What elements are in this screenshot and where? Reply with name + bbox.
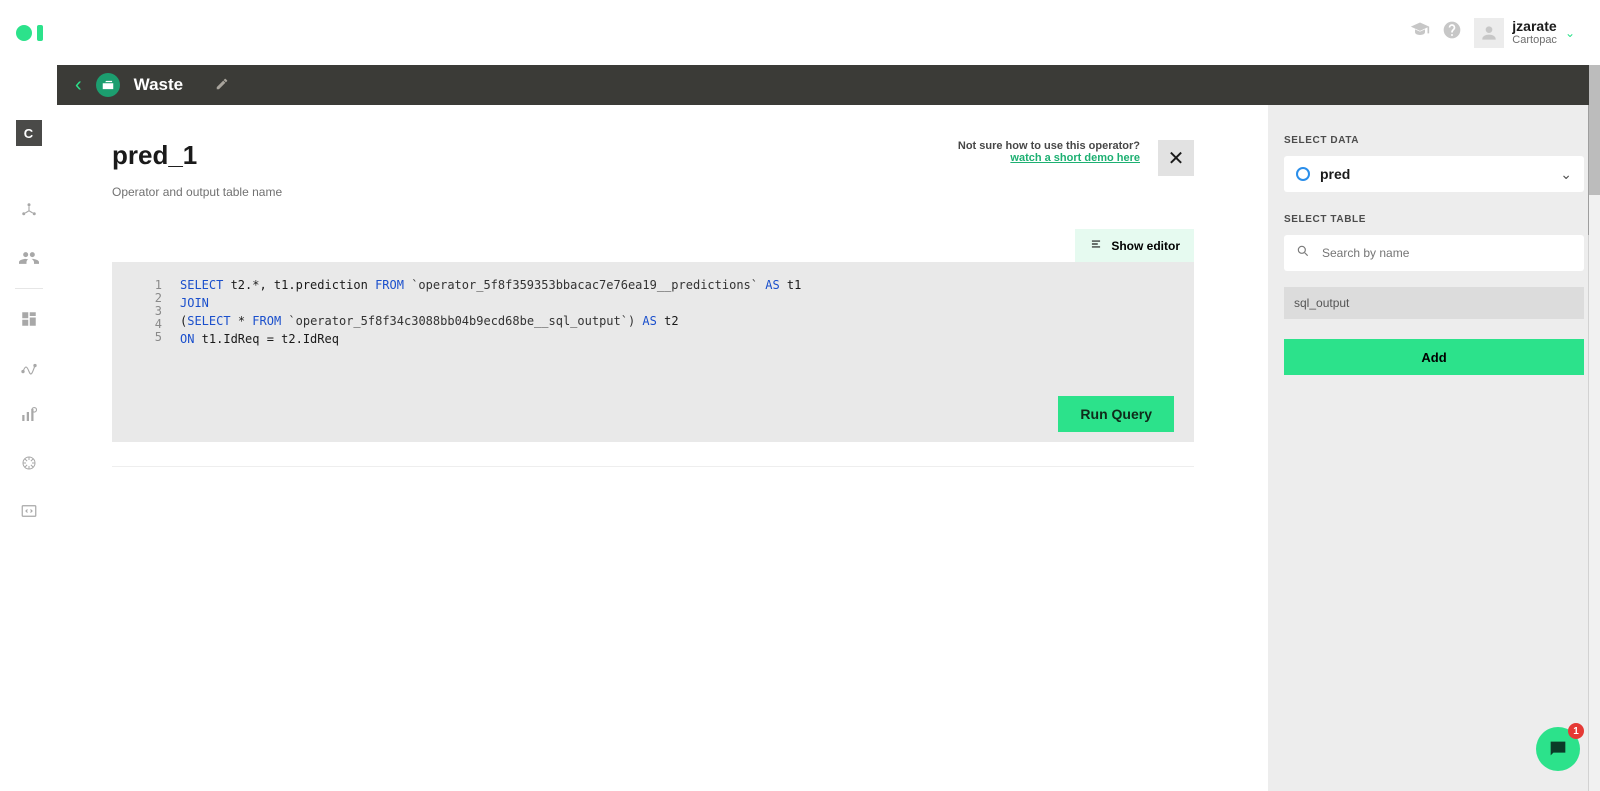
project-title: Waste [134, 75, 183, 95]
chevron-down-icon: ⌄ [1565, 26, 1575, 40]
sql-code[interactable]: SELECT t2.*, t1.prediction FROM `operato… [172, 262, 1194, 442]
page-scrollbar[interactable] [1589, 65, 1600, 791]
table-search-input[interactable] [1320, 245, 1572, 261]
run-query-button[interactable]: Run Query [1058, 396, 1174, 432]
avatar-icon [1474, 18, 1504, 48]
user-org: Cartopac [1512, 34, 1557, 47]
rail-separator [15, 288, 43, 289]
sql-editor[interactable]: 1 2 3 4 5 SELECT t2.*, t1.prediction FRO… [112, 262, 1194, 442]
show-editor-label: Show editor [1111, 239, 1180, 253]
help-icon[interactable] [1442, 20, 1462, 45]
edit-title-button[interactable] [215, 77, 229, 94]
table-row[interactable]: sql_output [1284, 287, 1584, 319]
logo-bar-icon [37, 25, 43, 41]
sql-gutter: 1 2 3 4 5 [112, 262, 172, 442]
show-editor-button[interactable]: Show editor [1075, 229, 1194, 262]
editor-toggle-icon [1089, 237, 1103, 254]
chat-badge: 1 [1568, 723, 1584, 739]
academy-icon[interactable] [1410, 20, 1430, 45]
table-search[interactable] [1284, 235, 1584, 271]
nav-node-icon[interactable] [17, 198, 41, 222]
nav-code-icon[interactable] [17, 499, 41, 523]
back-button[interactable]: ‹ [75, 74, 82, 97]
nav-users-icon[interactable] [17, 246, 41, 270]
select-table-label: SELECT TABLE [1284, 214, 1584, 225]
app-logo[interactable] [16, 25, 43, 41]
nav-model-icon[interactable] [17, 355, 41, 379]
select-data-dropdown[interactable]: pred ⌄ [1284, 156, 1584, 192]
chevron-down-icon: ⌄ [1560, 166, 1572, 183]
project-initial-badge[interactable]: C [16, 120, 42, 146]
search-icon [1296, 244, 1310, 263]
user-menu[interactable]: jzarate Cartopac ⌄ [1474, 18, 1575, 48]
demo-link[interactable]: watch a short demo here [1010, 152, 1140, 164]
select-data-label: SELECT DATA [1284, 135, 1584, 146]
add-button[interactable]: Add [1284, 339, 1584, 375]
logo-dot-icon [16, 25, 32, 41]
divider [112, 466, 1194, 467]
close-button[interactable]: ✕ [1158, 140, 1194, 176]
project-badge-icon [96, 73, 120, 97]
demo-prompt: Not sure how to use this operator? [958, 140, 1140, 152]
page-title: pred_1 [112, 140, 282, 171]
nav-analytics-icon[interactable] [17, 403, 41, 427]
project-bar: ‹ Waste [57, 65, 1600, 105]
left-rail: C [0, 65, 57, 791]
page-scrollbar-thumb[interactable] [1589, 65, 1600, 195]
select-data-value: pred [1320, 166, 1350, 182]
nav-dashboard-icon[interactable] [17, 307, 41, 331]
nav-brain-icon[interactable] [17, 451, 41, 475]
data-source-icon [1296, 167, 1310, 181]
right-panel: SELECT DATA pred ⌄ SELECT TABLE sql_outp… [1268, 105, 1600, 791]
user-name: jzarate [1512, 18, 1557, 34]
page-subtitle: Operator and output table name [112, 185, 282, 199]
chat-fab[interactable]: 1 [1536, 727, 1580, 771]
